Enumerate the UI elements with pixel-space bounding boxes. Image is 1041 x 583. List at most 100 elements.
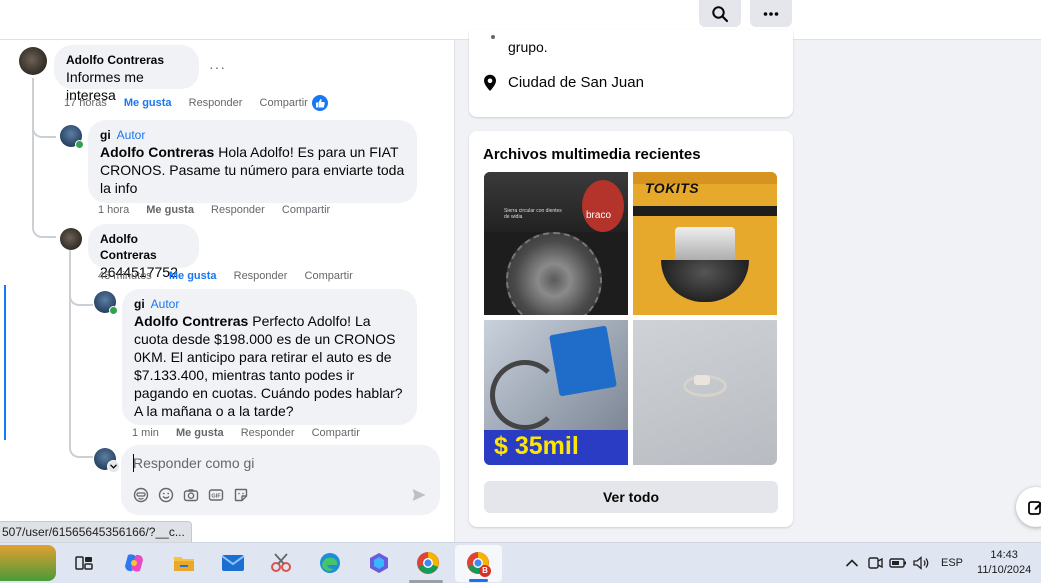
battery-icon[interactable] bbox=[889, 556, 907, 570]
avatar-sticker-icon[interactable] bbox=[133, 487, 149, 503]
media-thumbnail[interactable]: braco Sierra circular con dientes de wid… bbox=[484, 172, 628, 315]
recent-media-card: Archivos multimedia recientes braco Sier… bbox=[469, 131, 793, 527]
reply-button[interactable]: Responder bbox=[241, 427, 295, 439]
reply-button[interactable]: Responder bbox=[189, 97, 243, 109]
see-all-button[interactable]: Ver todo bbox=[484, 481, 778, 513]
ring-stones bbox=[694, 375, 710, 385]
comment-time[interactable]: 1 min bbox=[132, 427, 159, 439]
windows-taskbar: B ESP 14:43 11/10/2024 bbox=[0, 542, 1041, 583]
copilot-icon[interactable] bbox=[120, 549, 148, 577]
comment-actions: 48 minutos Me gusta Responder Compartir bbox=[98, 270, 367, 282]
task-view-icon[interactable] bbox=[70, 549, 98, 577]
price-label: $ 35mil bbox=[494, 432, 579, 460]
compose-icon bbox=[1028, 501, 1041, 515]
comment-author[interactable]: Adolfo Contreras bbox=[66, 52, 187, 68]
clock[interactable]: 14:43 11/10/2024 bbox=[977, 548, 1031, 578]
media-thumbnail[interactable]: $ 35mil bbox=[484, 320, 628, 465]
like-reaction-icon[interactable] bbox=[312, 95, 328, 111]
reply-button[interactable]: Responder bbox=[211, 204, 265, 216]
saw-blade bbox=[506, 232, 602, 315]
about-card: grupo. Ciudad de San Juan bbox=[469, 30, 793, 117]
mention-link[interactable]: Adolfo Contreras bbox=[100, 144, 214, 160]
input-language[interactable]: ESP bbox=[941, 557, 963, 569]
snipping-tool-icon[interactable] bbox=[268, 549, 296, 577]
media-title: Archivos multimedia recientes bbox=[483, 146, 701, 163]
package-stripe bbox=[633, 206, 777, 216]
sticker-icon[interactable] bbox=[233, 487, 249, 503]
comment-author[interactable]: gi bbox=[134, 297, 145, 311]
composer-tools: GIF bbox=[133, 487, 249, 503]
comment-author[interactable]: Adolfo Contreras bbox=[100, 231, 187, 263]
brand-circle bbox=[582, 180, 624, 232]
online-status-dot bbox=[109, 306, 118, 315]
more-button[interactable] bbox=[750, 0, 792, 27]
package-text: Sierra circular con dientes de widia bbox=[504, 208, 562, 220]
search-icon bbox=[712, 5, 729, 22]
share-button[interactable]: Compartir bbox=[260, 97, 308, 109]
location-pin-icon bbox=[484, 74, 496, 91]
search-button[interactable] bbox=[699, 0, 741, 27]
reply-button[interactable]: Responder bbox=[234, 270, 288, 282]
wire-brush bbox=[661, 260, 749, 302]
bullet bbox=[491, 35, 495, 39]
comment-bubble: Adolfo Contreras 2644517752 bbox=[88, 224, 199, 280]
mail-icon[interactable] bbox=[219, 549, 247, 577]
comment-options-button[interactable]: ··· bbox=[209, 59, 226, 75]
tokits-label: TOKITS bbox=[645, 180, 700, 196]
avatar[interactable] bbox=[19, 47, 47, 75]
chevron-up-icon[interactable] bbox=[845, 558, 859, 568]
file-explorer-icon[interactable] bbox=[170, 549, 198, 577]
active-app-highlight[interactable]: B bbox=[455, 545, 502, 582]
comment-time[interactable]: 48 minutos bbox=[98, 270, 152, 282]
edge-icon[interactable] bbox=[316, 549, 344, 577]
comment-time[interactable]: 1 hora bbox=[98, 204, 129, 216]
comment-actions: 17 horas Me gusta Responder Compartir bbox=[64, 97, 322, 109]
wire-brush-shank bbox=[675, 227, 735, 262]
comment-author[interactable]: gi bbox=[100, 128, 111, 142]
volume-icon[interactable] bbox=[913, 556, 931, 570]
send-icon[interactable] bbox=[411, 487, 427, 503]
gif-icon[interactable]: GIF bbox=[208, 487, 224, 503]
clock-date: 11/10/2024 bbox=[977, 564, 1032, 576]
camera-icon[interactable] bbox=[183, 487, 199, 503]
like-button[interactable]: Me gusta bbox=[169, 270, 217, 282]
like-button[interactable]: Me gusta bbox=[124, 97, 172, 109]
comment-actions: 1 hora Me gusta Responder Compartir bbox=[98, 204, 344, 216]
thread-elbow bbox=[69, 436, 93, 458]
clock-time: 14:43 bbox=[990, 549, 1018, 561]
like-button[interactable]: Me gusta bbox=[176, 427, 224, 439]
location-text[interactable]: Ciudad de San Juan bbox=[508, 74, 644, 91]
link-status-bar: 507/user/61565645356166/?__c... bbox=[0, 521, 192, 544]
box bbox=[549, 325, 617, 397]
thread-elbow bbox=[32, 216, 56, 238]
thread-elbow bbox=[69, 284, 93, 306]
like-button[interactable]: Me gusta bbox=[146, 204, 194, 216]
media-thumbnail[interactable]: TOKITS bbox=[633, 172, 777, 315]
copilot-app-icon[interactable] bbox=[365, 549, 393, 577]
profile-badge: B bbox=[479, 565, 491, 577]
thread-elbow bbox=[32, 116, 56, 138]
online-status-dot bbox=[75, 140, 84, 149]
avatar[interactable] bbox=[60, 228, 82, 250]
group-description-tail: grupo. bbox=[508, 39, 548, 55]
author-badge: Autor bbox=[150, 297, 180, 311]
emoji-icon[interactable] bbox=[158, 487, 174, 503]
hose-coil bbox=[490, 360, 560, 430]
reply-input[interactable]: Responder como gi bbox=[133, 455, 254, 471]
active-thread-indicator bbox=[4, 285, 6, 440]
weather-widget-icon[interactable] bbox=[0, 545, 56, 581]
reply-composer[interactable]: Responder como gi GIF bbox=[121, 445, 440, 515]
share-button[interactable]: Compartir bbox=[305, 270, 353, 282]
mention-link[interactable]: Adolfo Contreras bbox=[134, 313, 248, 329]
share-button[interactable]: Compartir bbox=[312, 427, 360, 439]
chevron-down-icon[interactable] bbox=[107, 460, 120, 473]
chrome-profile-icon[interactable] bbox=[414, 549, 442, 577]
new-message-button[interactable] bbox=[1016, 487, 1041, 527]
meet-icon[interactable] bbox=[867, 555, 883, 571]
comment-time[interactable]: 17 horas bbox=[64, 97, 107, 109]
more-icon bbox=[763, 11, 779, 16]
comment-bubble: gi Autor Adolfo Contreras Perfecto Adolfo… bbox=[122, 289, 417, 425]
brand-label: braco bbox=[586, 210, 612, 221]
media-thumbnail[interactable] bbox=[633, 320, 777, 465]
share-button[interactable]: Compartir bbox=[282, 204, 330, 216]
